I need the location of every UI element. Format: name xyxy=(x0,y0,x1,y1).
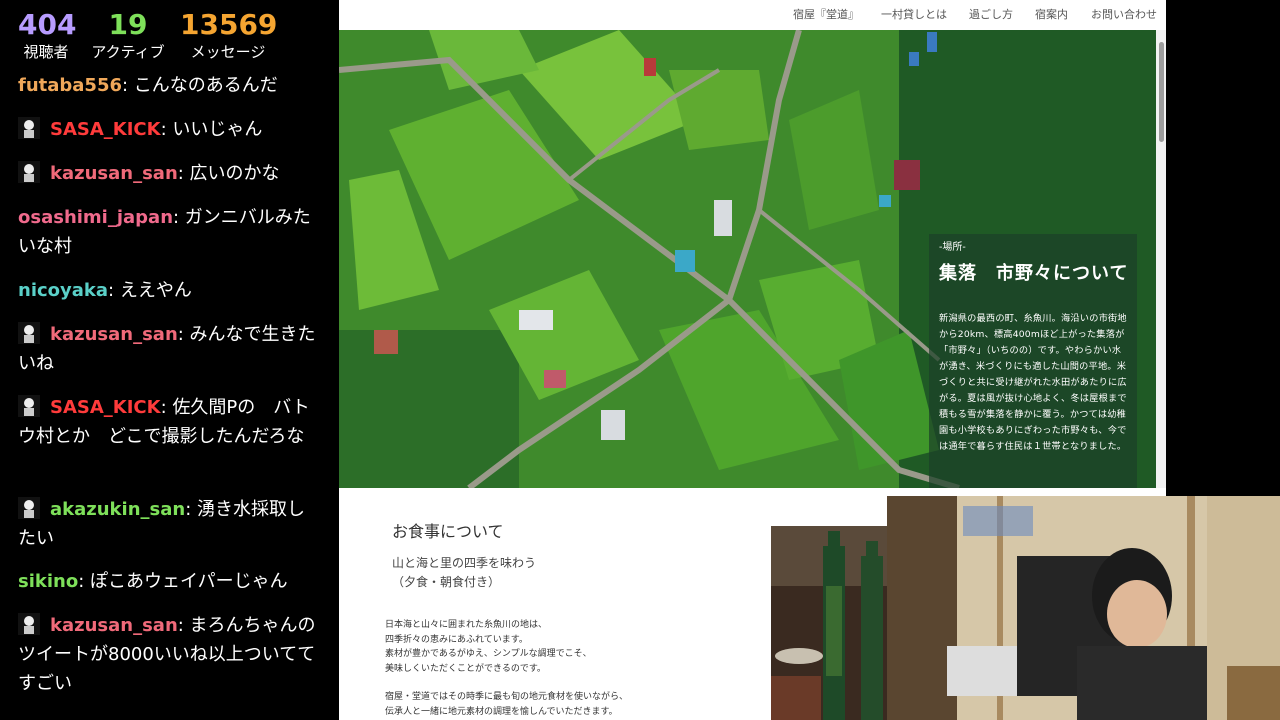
chat-username: osashimi_japan xyxy=(18,207,174,228)
user-avatar-icon xyxy=(18,161,40,183)
active-label: アクティブ xyxy=(91,43,165,61)
webcam-feed xyxy=(887,496,1280,720)
message-stat: 13569 メッセージ xyxy=(180,8,278,62)
chat-text: : ぽこあウェイパーじゃん xyxy=(78,571,288,592)
food-body-line: 四季折々の恵みにあふれています。 xyxy=(385,634,528,645)
food-body-line: 宿屋・堂道ではその時季に最も旬の地元食材を使いながら、 xyxy=(385,692,629,702)
nav-how-to-spend[interactable]: 過ごし方 xyxy=(969,6,1013,22)
viewer-count: 404 xyxy=(18,8,77,41)
message-label: メッセージ xyxy=(190,43,266,61)
info-description: 新潟県の最西の町、糸魚川。海沿いの市街地から20km、標高400mほど上がった集… xyxy=(939,313,1127,452)
viewer-stat: 404 視聴者 xyxy=(18,8,77,62)
food-body-line: 素材が豊かであるがゆえ、シンプルな調理でこそ、 xyxy=(385,649,592,659)
info-tag: -場所- xyxy=(939,242,966,253)
chat-text: : こんなのあるんだ xyxy=(122,75,278,96)
user-avatar-icon xyxy=(18,613,40,635)
message-count: 13569 xyxy=(180,8,278,41)
chat-username: SASA_KICK xyxy=(50,119,161,140)
chat-message: kazusan_san: まろんちゃんのツイートが8000いいね以上ついててすご… xyxy=(18,611,318,698)
info-title: 集落 市野々について xyxy=(939,263,1129,284)
chat-username: kazusan_san xyxy=(50,324,178,345)
chat-message: sikino: ぽこあウェイパーじゃん xyxy=(18,567,318,596)
chat-username: kazusan_san xyxy=(50,163,178,184)
chat-message: kazusan_san: みんなで生きたいね xyxy=(18,320,318,378)
active-count: 19 xyxy=(108,8,148,41)
chat-text: : ええやん xyxy=(108,280,192,301)
chat-username: sikino xyxy=(18,571,79,592)
chat-username: nicoyaka xyxy=(18,280,109,301)
chat-text: : いいじゃん xyxy=(160,119,263,140)
chat-username: kazusan_san xyxy=(50,615,178,636)
user-avatar-icon xyxy=(18,497,40,519)
chat-message: osashimi_japan: ガンニバルみたいな村 xyxy=(18,203,318,261)
stream-stats: 404 視聴者 19 アクティブ 13569 メッセージ xyxy=(0,0,330,78)
page-scrollbar[interactable] xyxy=(1156,30,1166,488)
nav-home[interactable]: 宿屋『堂道』 xyxy=(793,6,859,22)
user-avatar-icon xyxy=(18,395,40,417)
chat-message: akazukin_san: 湧き水採取したい xyxy=(18,495,318,553)
viewer-label: 視聴者 xyxy=(23,43,69,61)
food-subtitle-note: （夕食・朝食付き） xyxy=(392,575,501,589)
nav-about[interactable]: 一村貸しとは xyxy=(881,6,947,22)
chat-message: futaba556: こんなのあるんだ xyxy=(18,71,318,100)
food-body-line: 美味しくいただくことができるのです。 xyxy=(385,663,546,674)
food-description: 日本海と山々に囲まれた糸魚川の地は、 四季折々の恵みにあふれています。 素材が豊… xyxy=(385,618,628,719)
user-avatar-icon xyxy=(18,322,40,344)
chat-message: SASA_KICK: いいじゃん xyxy=(18,115,318,144)
chat-username: SASA_KICK xyxy=(50,397,161,418)
chat-message: SASA_KICK: 佐久間Pの バトウ村とか どこで撮影したんだろな xyxy=(18,393,318,451)
sake-bottles-image xyxy=(771,526,891,720)
chat-text: : 広いのかな xyxy=(177,163,280,184)
food-subtitle: 山と海と里の四季を味わう （夕食・朝食付き） xyxy=(392,554,536,592)
food-body-line: 伝承人と一緒に地元素材の調理を愉しんでいただきます。 xyxy=(385,706,618,717)
nav-contact[interactable]: お問い合わせ xyxy=(1091,6,1157,22)
active-stat: 19 アクティブ xyxy=(86,8,170,62)
food-title: お食事について xyxy=(392,522,504,541)
user-avatar-icon xyxy=(18,117,40,139)
chat-message: nicoyaka: ええやん xyxy=(18,276,318,305)
food-subtitle-line: 山と海と里の四季を味わう xyxy=(392,556,537,570)
chat-message: kazusan_san: 広いのかな xyxy=(18,159,318,188)
village-info-card: -場所- 集落 市野々について 新潟県の最西の町、糸魚川。海沿いの市街地から20… xyxy=(929,234,1137,488)
food-body-line: 日本海と山々に囲まれた糸魚川の地は、 xyxy=(385,620,548,630)
chat-username: akazukin_san xyxy=(50,499,186,520)
chat-log: futaba556: こんなのあるんだ SASA_KICK: いいじゃん kaz… xyxy=(0,70,330,720)
scrollbar-thumb[interactable] xyxy=(1159,42,1164,142)
aerial-village-image: -場所- 集落 市野々について 新潟県の最西の町、糸魚川。海沿いの市街地から20… xyxy=(339,30,1156,488)
nav-lodging[interactable]: 宿案内 xyxy=(1035,6,1068,22)
streamer-webcam xyxy=(887,496,1280,720)
sake-bottles-photo xyxy=(771,526,891,720)
chat-username: futaba556 xyxy=(18,75,123,96)
site-nav: 宿屋『堂道』 一村貸しとは 過ごし方 宿案内 お問い合わせ xyxy=(339,0,1166,30)
